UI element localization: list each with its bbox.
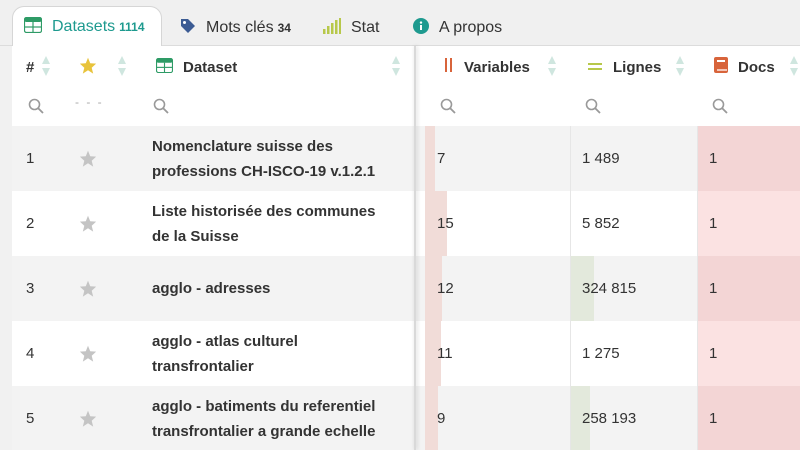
- columns-icon: [444, 57, 454, 77]
- book-icon: [714, 57, 728, 77]
- table-header: # Dataset Variables Lignes Docs - - -: [12, 46, 800, 126]
- docs-value: 1: [709, 150, 718, 167]
- sort-arrows-icon[interactable]: [676, 55, 685, 77]
- tab-bar: Datasets 1114 Mots clés 34 Stat A propos: [0, 0, 800, 47]
- tab-mots-cles[interactable]: Mots clés 34: [180, 10, 291, 46]
- tab-a-propos[interactable]: A propos: [413, 10, 502, 46]
- filter-star-placeholder[interactable]: - - -: [75, 95, 104, 109]
- rows-icon: [587, 59, 603, 76]
- filter-variables-search-icon[interactable]: [440, 98, 456, 114]
- tab-datasets-label: Datasets: [52, 18, 116, 35]
- tab-stat-label: Stat: [351, 19, 380, 36]
- sort-arrows-icon[interactable]: [42, 55, 51, 77]
- dataset-name-line: professions CH-ISCO-19 v.1.2.1: [152, 162, 376, 180]
- dataset-name[interactable]: Liste historisée des communes de la Suiss…: [152, 191, 412, 256]
- row-number: 4: [26, 345, 35, 362]
- lignes-value: 258 193: [582, 410, 637, 427]
- docs-value: 1: [709, 215, 718, 232]
- lignes-value: 1 489: [582, 150, 620, 167]
- signal-bars-icon: [323, 17, 341, 39]
- table-icon: [155, 57, 174, 77]
- lignes-value: 324 815: [582, 280, 637, 297]
- filter-num-search-icon[interactable]: [28, 98, 44, 114]
- table-row[interactable]: 4 agglo - atlas culturel transfrontalier 11…: [12, 321, 800, 386]
- table-row[interactable]: 3 agglo - adresses 12 324 815 1: [12, 256, 800, 321]
- dataset-name[interactable]: Nomenclature suisse des professions CH-IS…: [152, 126, 412, 191]
- column-divider: [697, 126, 698, 450]
- col-header-num[interactable]: #: [26, 54, 34, 80]
- dataset-name-line: de la Suisse: [152, 227, 239, 245]
- dataset-name-line: agglo - adresses: [152, 280, 271, 297]
- variables-value: 15: [437, 215, 454, 232]
- dataset-name-line: agglo - batiments du referentiel: [152, 397, 376, 415]
- tab-datasets[interactable]: Datasets 1114: [12, 6, 162, 47]
- dataset-name-line: Nomenclature suisse des: [152, 137, 333, 155]
- table-row[interactable]: 5 agglo - batiments du referentiel transfr…: [12, 386, 800, 450]
- sort-arrows-icon[interactable]: [392, 55, 401, 77]
- star-icon: [79, 57, 97, 78]
- filter-lignes-search-icon[interactable]: [585, 98, 601, 114]
- docs-value: 1: [709, 280, 718, 297]
- dataset-name-line: transfrontalier a grande echelle: [152, 422, 376, 440]
- col-header-star[interactable]: [79, 54, 97, 80]
- sort-arrows-icon[interactable]: [790, 55, 799, 77]
- tab-mots-cles-label: Mots clés: [206, 19, 274, 36]
- favorite-star-icon[interactable]: [79, 386, 97, 450]
- table-row[interactable]: 1 Nomenclature suisse des professions CH-I…: [12, 126, 800, 191]
- tab-stat[interactable]: Stat: [323, 10, 379, 46]
- table-icon: [23, 16, 43, 38]
- variables-value: 7: [437, 150, 446, 167]
- row-number: 1: [26, 150, 35, 167]
- tab-datasets-count: 1114: [119, 20, 145, 34]
- column-divider: [570, 126, 571, 450]
- tab-a-propos-label: A propos: [439, 19, 503, 36]
- sort-arrows-icon[interactable]: [118, 55, 127, 77]
- col-header-dataset[interactable]: Dataset: [155, 54, 237, 80]
- favorite-star-icon[interactable]: [79, 321, 97, 386]
- favorite-star-icon[interactable]: [79, 191, 97, 256]
- lignes-value: 1 275: [582, 345, 620, 362]
- col-header-lignes[interactable]: Lignes: [587, 54, 661, 80]
- datasets-table: # Dataset Variables Lignes Docs - - - 1 …: [12, 46, 800, 450]
- filter-dataset-search-icon[interactable]: [153, 98, 169, 114]
- lignes-value: 5 852: [582, 215, 620, 232]
- dataset-name-line: agglo - atlas culturel: [152, 332, 298, 350]
- row-number: 5: [26, 410, 35, 427]
- dataset-name[interactable]: agglo - adresses: [152, 256, 412, 321]
- dataset-name-line: Liste historisée des communes: [152, 202, 376, 220]
- variables-value: 12: [437, 280, 454, 297]
- row-number: 2: [26, 215, 35, 232]
- dataset-name[interactable]: agglo - atlas culturel transfrontalier: [152, 321, 412, 386]
- variables-bar: [425, 126, 435, 191]
- docs-value: 1: [709, 410, 718, 427]
- favorite-star-icon[interactable]: [79, 126, 97, 191]
- filter-docs-search-icon[interactable]: [712, 98, 728, 114]
- frozen-column-divider: [414, 46, 416, 450]
- info-icon: [413, 17, 429, 39]
- docs-value: 1: [709, 345, 718, 362]
- tab-mots-cles-count: 34: [277, 21, 291, 35]
- favorite-star-icon[interactable]: [79, 256, 97, 321]
- row-number: 3: [26, 280, 35, 297]
- variables-value: 9: [437, 410, 446, 427]
- table-row[interactable]: 2 Liste historisée des communes de la Suis…: [12, 191, 800, 256]
- variables-value: 11: [437, 345, 453, 362]
- col-header-docs[interactable]: Docs: [714, 54, 775, 80]
- col-header-variables[interactable]: Variables: [444, 54, 530, 80]
- dataset-name[interactable]: agglo - batiments du referentiel transfro…: [152, 386, 412, 450]
- tag-icon: [180, 18, 196, 39]
- dataset-name-line: transfrontalier: [152, 357, 254, 375]
- sort-arrows-icon[interactable]: [548, 55, 557, 77]
